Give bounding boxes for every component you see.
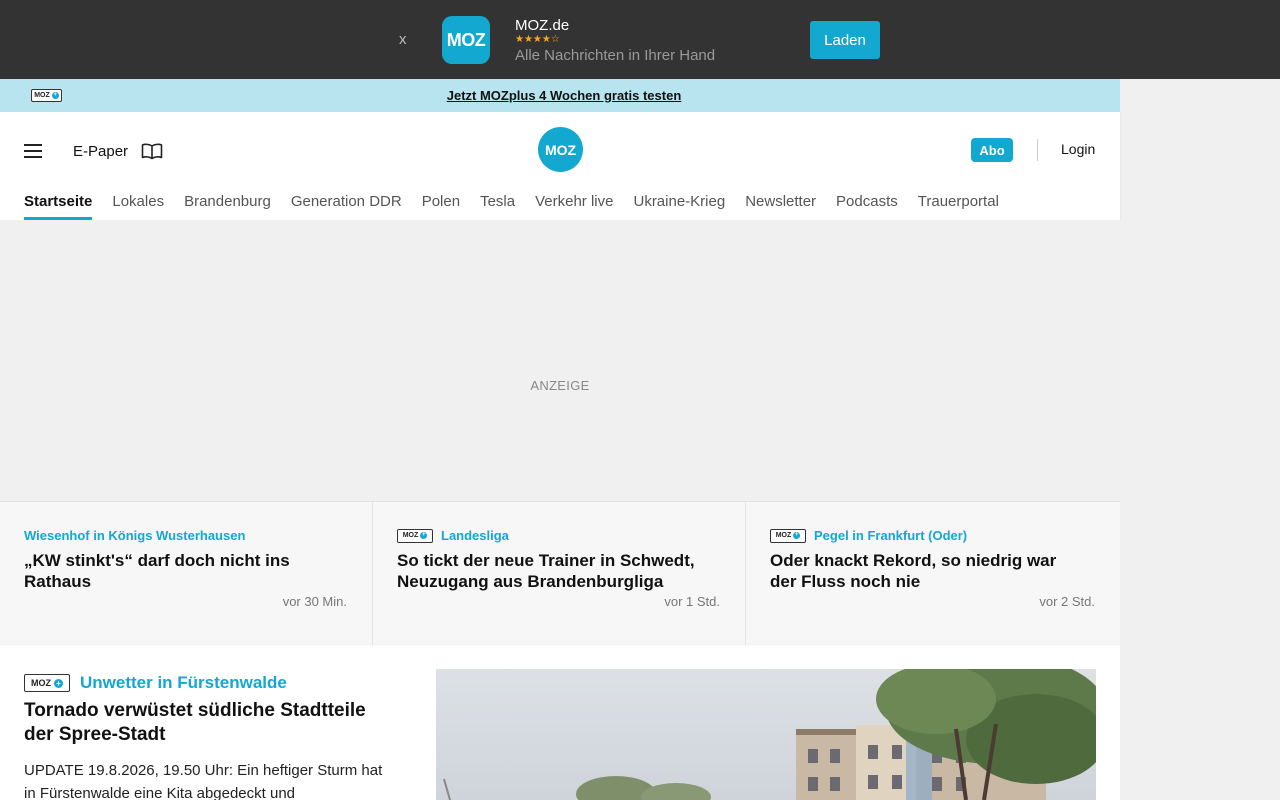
moz-plus-badge: MOZ +: [397, 528, 433, 543]
main-story-title[interactable]: Tornado verwüstet südliche Stadtteile de…: [24, 699, 384, 747]
main-navigation: Startseite Lokales Brandenburg Generatio…: [24, 193, 999, 220]
badge-text: MOZ: [775, 532, 792, 539]
teaser-title[interactable]: Oder knackt Rekord, so niedrig war der F…: [770, 550, 1080, 592]
teaser-card[interactable]: MOZ + Landesliga So tickt der neue Train…: [373, 502, 746, 645]
plus-icon: +: [54, 678, 63, 688]
main-story-text: UPDATE 19.8.2026, 19.50 Uhr: Ein heftige…: [24, 762, 383, 800]
plus-icon: +: [420, 532, 428, 539]
ad-slot: ANZEIGE: [0, 220, 1120, 501]
kicker-text: Pegel in Frankfurt (Oder): [814, 528, 968, 543]
rating-stars: ★★★★☆: [515, 34, 560, 45]
ad-label: ANZEIGE: [530, 378, 590, 393]
nav-item-brandenburg[interactable]: Brandenburg: [184, 193, 271, 210]
main-story-image[interactable]: [436, 669, 1096, 800]
teaser-time: vor 1 Std.: [664, 594, 720, 609]
teaser-kicker: MOZ + Landesliga: [397, 528, 509, 543]
main-story: MOZ + Unwetter in Fürstenwalde Tornado v…: [0, 645, 1120, 800]
nav-item-tesla[interactable]: Tesla: [480, 193, 515, 210]
nav-item-trauerportal[interactable]: Trauerportal: [918, 193, 999, 210]
site-header: E-Paper MOZ Abo Login Startseite Lokales…: [0, 112, 1120, 220]
teaser-title[interactable]: „KW stinkt's“ darf doch nicht ins Rathau…: [24, 550, 334, 592]
nav-item-startseite[interactable]: Startseite: [24, 193, 93, 220]
nav-item-newsletter[interactable]: Newsletter: [745, 193, 816, 210]
abo-button[interactable]: Abo: [971, 138, 1013, 162]
nav-item-generation-ddr[interactable]: Generation DDR: [291, 193, 402, 210]
app-tagline: Alle Nachrichten in Ihrer Hand: [515, 47, 716, 64]
kicker-text: Unwetter in Fürstenwalde: [80, 673, 287, 692]
moz-logo[interactable]: MOZ: [538, 127, 583, 172]
badge-text: MOZ: [402, 532, 419, 539]
nav-item-polen[interactable]: Polen: [422, 193, 460, 210]
kicker-text: Wiesenhof in Königs Wusterhausen: [24, 528, 246, 543]
book-icon[interactable]: [141, 142, 163, 160]
app-name: MOZ.de: [515, 17, 570, 34]
badge-text: MOZ: [31, 678, 51, 688]
kicker-text: Landesliga: [441, 528, 509, 543]
main-story-kicker: MOZ + Unwetter in Fürstenwalde: [24, 673, 287, 693]
promo-bar: MOZ + Jetzt MOZplus 4 Wochen gratis test…: [0, 79, 1120, 112]
install-app-button[interactable]: Laden: [810, 21, 880, 59]
moz-plus-badge: MOZ +: [770, 528, 806, 543]
teaser-row: Wiesenhof in Königs Wusterhausen „KW sti…: [0, 501, 1120, 645]
teaser-card[interactable]: MOZ + Pegel in Frankfurt (Oder) Oder kna…: [746, 502, 1120, 645]
teaser-title[interactable]: So tickt der neue Trainer in Schwedt, Ne…: [397, 550, 707, 592]
teaser-kicker: MOZ + Pegel in Frankfurt (Oder): [770, 528, 967, 543]
nav-item-ukraine-krieg[interactable]: Ukraine-Krieg: [633, 193, 725, 210]
hamburger-menu-icon[interactable]: [24, 144, 42, 158]
nav-item-verkehr-live[interactable]: Verkehr live: [535, 193, 613, 210]
nav-item-lokales[interactable]: Lokales: [112, 193, 164, 210]
moz-plus-badge: MOZ +: [24, 674, 70, 692]
moz-plus-trial-link[interactable]: Jetzt MOZplus 4 Wochen gratis testen: [0, 88, 1128, 103]
header-divider: [1037, 139, 1038, 161]
login-link[interactable]: Login: [1061, 141, 1095, 157]
teaser-time: vor 30 Min.: [282, 594, 347, 609]
teaser-time: vor 2 Std.: [1039, 594, 1095, 609]
app-logo: MOZ: [442, 16, 490, 64]
nav-item-podcasts[interactable]: Podcasts: [836, 193, 898, 210]
close-banner-button[interactable]: x: [399, 31, 407, 48]
plus-icon: +: [793, 532, 801, 539]
teaser-card[interactable]: Wiesenhof in Königs Wusterhausen „KW sti…: [0, 502, 373, 645]
epaper-link[interactable]: E-Paper: [73, 143, 128, 160]
teaser-kicker: Wiesenhof in Königs Wusterhausen: [24, 528, 245, 543]
app-install-banner: x MOZ MOZ.de ★★★★☆ Alle Nachrichten in I…: [0, 0, 1280, 79]
